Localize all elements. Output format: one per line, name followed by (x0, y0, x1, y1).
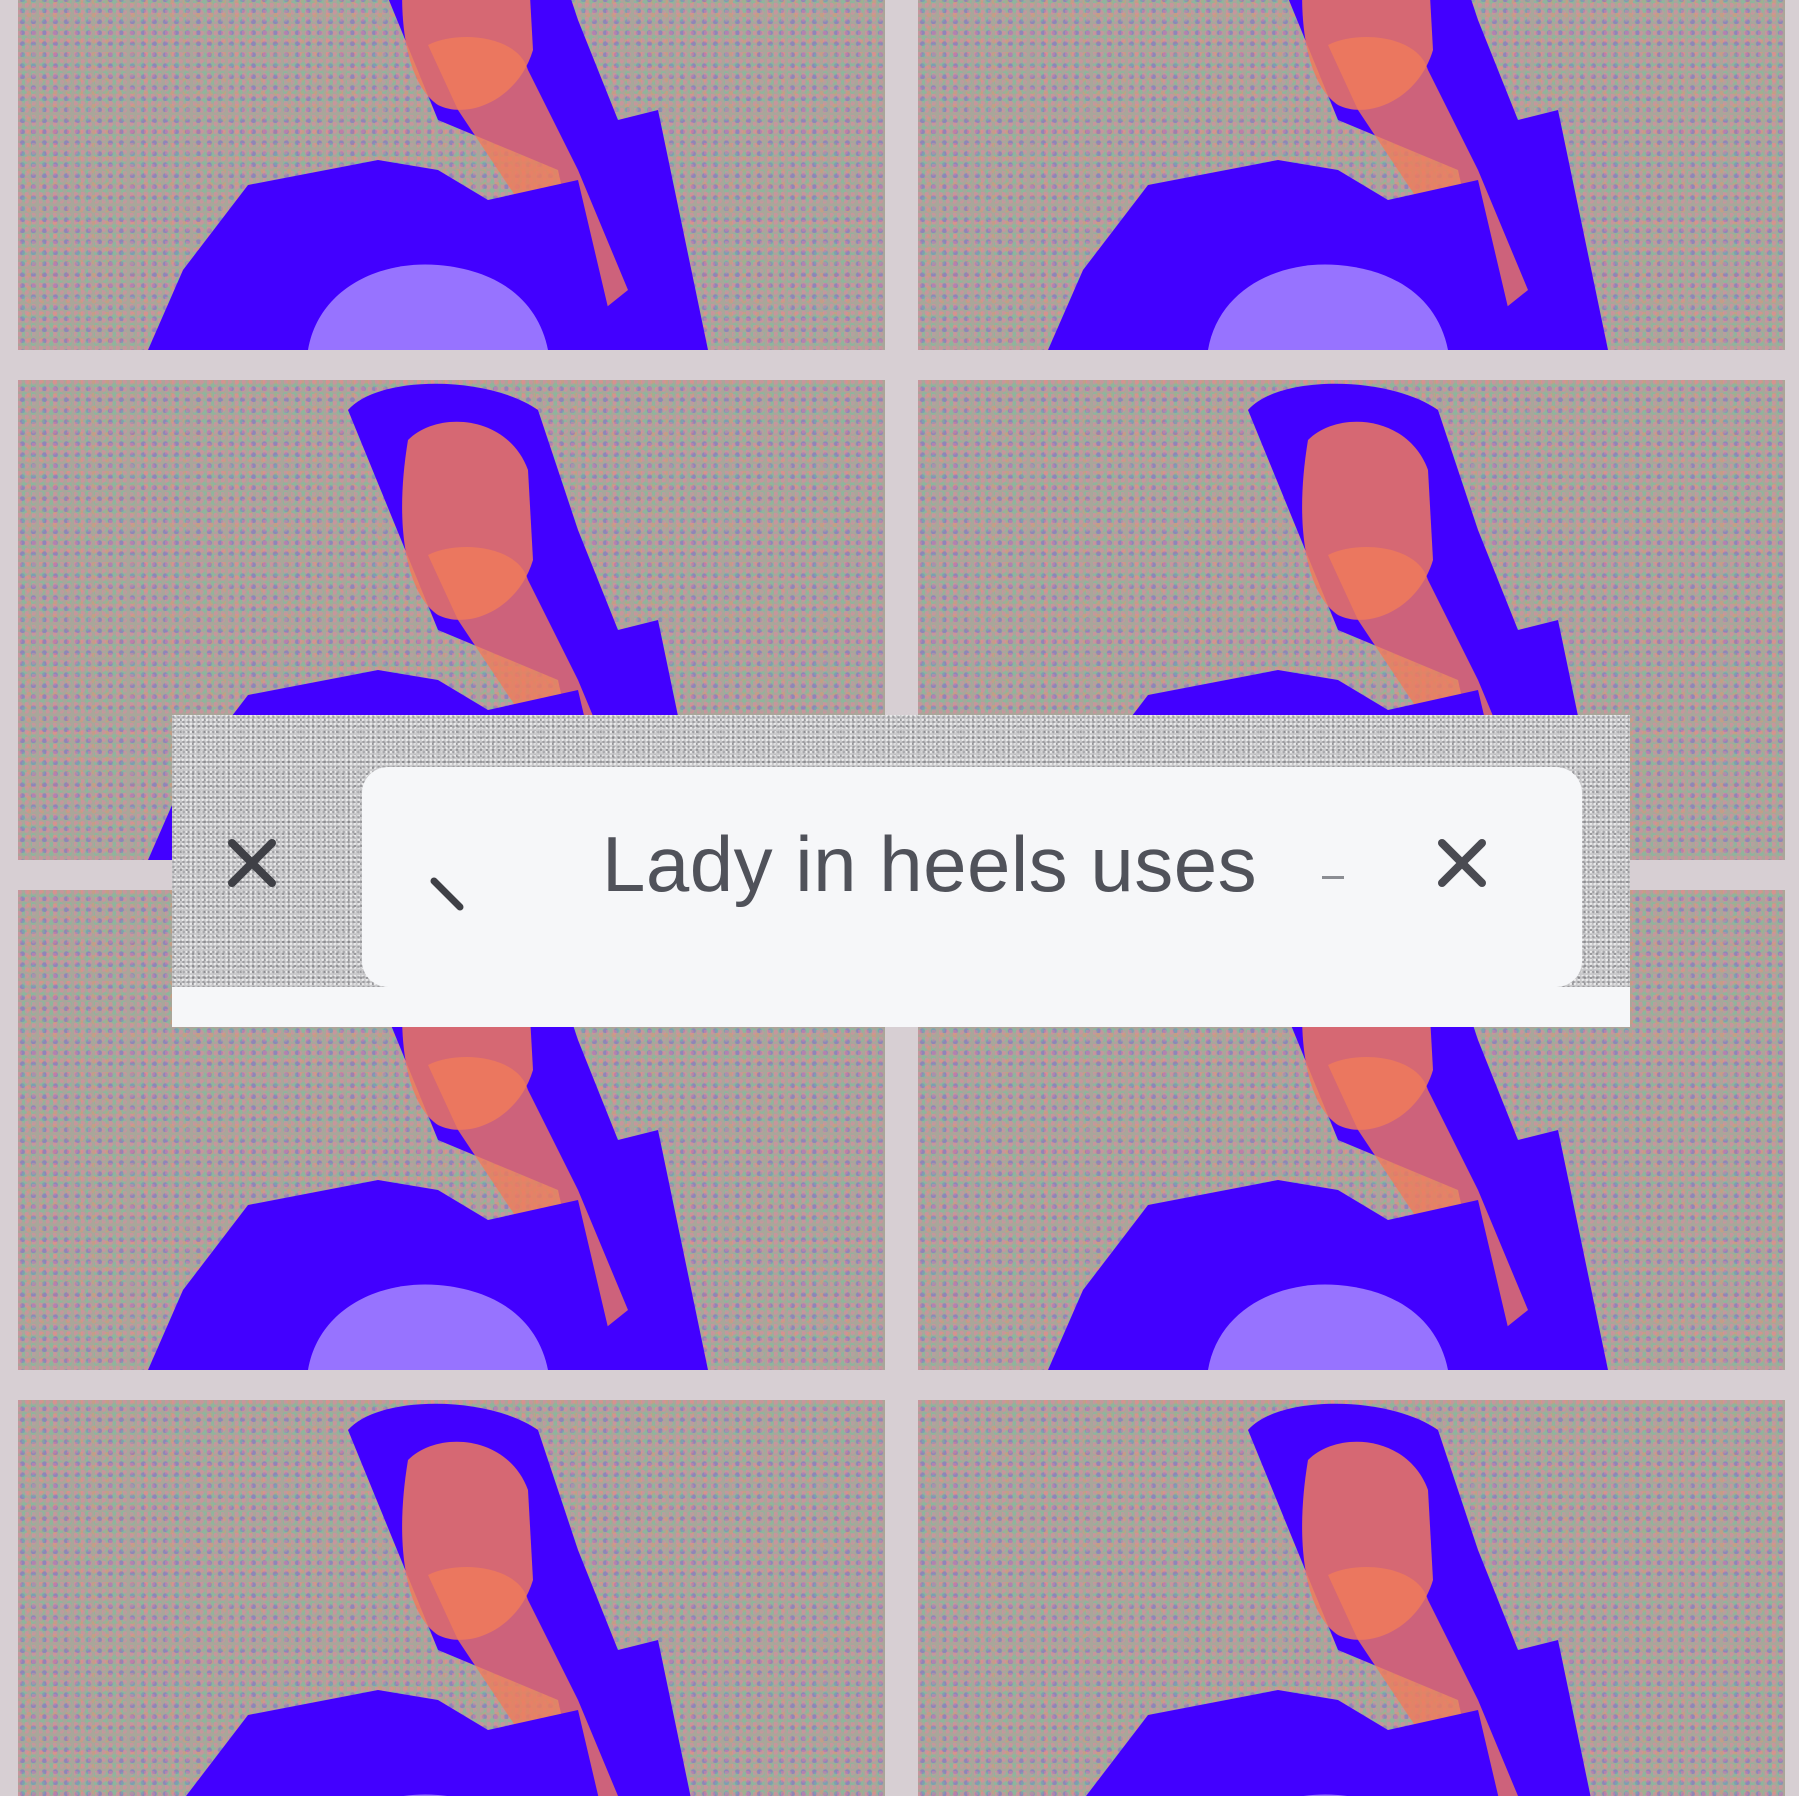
photo-tile[interactable] (18, 1400, 885, 1796)
photo-figure (186, 1403, 691, 1796)
photo-tile[interactable] (918, 0, 1785, 350)
photo-tile[interactable] (18, 0, 885, 350)
close-icon (1438, 839, 1486, 887)
search-icon (430, 877, 470, 917)
clear-search-button[interactable] (1432, 833, 1492, 893)
search-overlay: Lady in heels uses (172, 715, 1630, 1027)
photo-tile[interactable] (918, 1400, 1785, 1796)
close-icon[interactable] (222, 833, 282, 893)
overlay-bottom-strip (172, 987, 1630, 1027)
photo-figure (1048, 0, 1608, 350)
photo-results-page: Lady in heels uses (0, 0, 1799, 1796)
search-query-text: Lady in heels uses (602, 820, 1258, 908)
text-caret (1322, 876, 1344, 879)
photo-figure (1086, 1403, 1591, 1796)
photo-figure (148, 0, 708, 350)
